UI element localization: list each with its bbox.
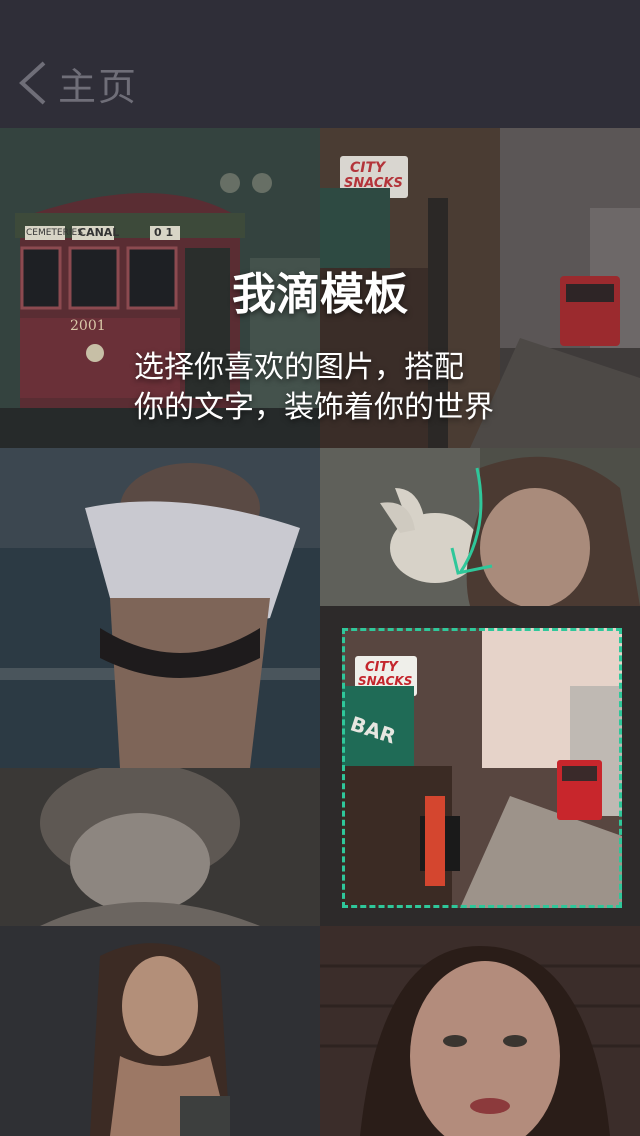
streetcar-sign-right: 0 1 [154, 226, 174, 239]
chevron-left-icon [19, 61, 46, 105]
shop-sign-line2: SNACKS [344, 176, 403, 191]
streetcar-sign-left: CEMETERIES [26, 228, 83, 238]
template-image-child[interactable] [0, 768, 320, 926]
template-image-city-street[interactable]: CITY SNACKS [320, 128, 640, 448]
template-image-streetcar[interactable]: CEMETERIES CANAL 0 1 2001 [0, 128, 320, 448]
selection-frame [342, 628, 622, 908]
template-image-face[interactable] [320, 926, 640, 1136]
streetcar-sign-route: CANAL [78, 226, 120, 239]
template-image-rabbit[interactable] [320, 448, 640, 606]
streetcar-number: 2001 [70, 318, 106, 334]
back-label: 主页 [58, 64, 139, 109]
shop-sign-line1: CITY [350, 160, 386, 176]
back-button[interactable]: 主页 [16, 58, 139, 109]
template-image-portrait-back[interactable] [0, 448, 320, 768]
top-bar: 主页 [0, 0, 640, 128]
template-image-portrait-woman[interactable] [0, 926, 320, 1136]
